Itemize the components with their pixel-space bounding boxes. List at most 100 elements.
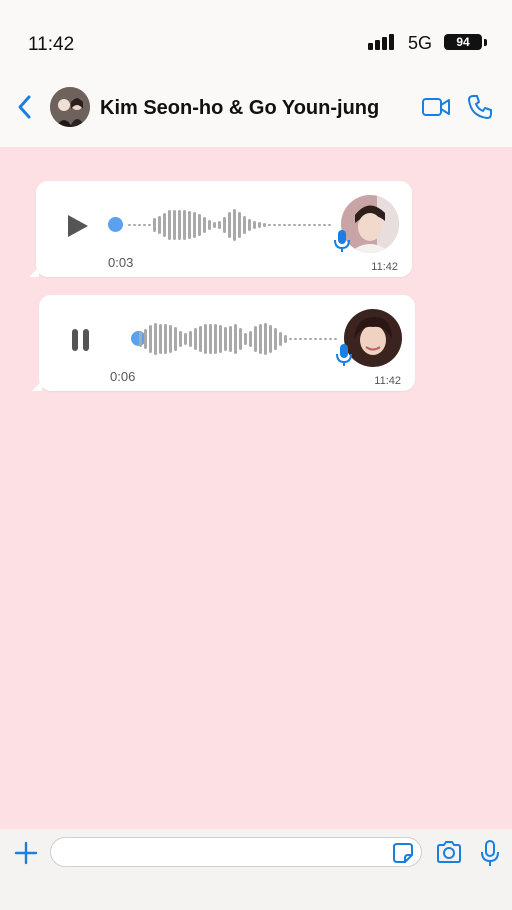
chat-title[interactable]: Kim Seon-ho & Go Youn-jung: [100, 97, 379, 120]
voice-message-bubble[interactable]: 0:06 11:42: [32, 295, 415, 391]
waveform-bar: [279, 332, 282, 346]
group-avatar[interactable]: [50, 87, 90, 127]
play-icon[interactable]: [66, 213, 90, 239]
waveform-bar: [244, 333, 247, 345]
timestamp: 11:42: [371, 261, 398, 273]
waveform-bar: [144, 329, 147, 349]
message-input[interactable]: [63, 842, 387, 864]
message-composer: [0, 829, 512, 910]
waveform-bar: [303, 224, 306, 226]
bubble-tail: [29, 267, 39, 277]
waveform-bar: [218, 221, 221, 229]
waveform-bar: [249, 331, 252, 347]
voice-message-bubble[interactable]: 0:03 11:42: [29, 181, 412, 277]
waveform-bar: [189, 331, 192, 347]
waveform-bar: [263, 223, 266, 227]
waveform-bar: [219, 325, 222, 353]
voice-record-icon[interactable]: [480, 839, 500, 867]
waveform-bar: [238, 212, 241, 238]
timestamp: 11:42: [374, 375, 401, 387]
waveform-bar: [194, 328, 197, 350]
waveform-bar: [128, 224, 131, 226]
waveform-bar: [324, 338, 327, 340]
battery-level: 94: [456, 35, 470, 49]
waveform-bar: [278, 224, 281, 226]
waveform-bar: [284, 335, 287, 343]
waveform-bar: [188, 211, 191, 239]
playback-position-dot[interactable]: [108, 217, 123, 232]
waveform-bar: [208, 220, 211, 230]
pause-icon[interactable]: [69, 327, 93, 353]
waveform-bar: [173, 210, 176, 240]
waveform-bar: [314, 338, 317, 340]
waveform-bar: [179, 331, 182, 347]
duration: 0:06: [110, 369, 136, 384]
waveform-bar: [149, 325, 152, 353]
waveform-bar: [163, 213, 166, 237]
waveform-bar: [309, 338, 312, 340]
waveform-bar: [243, 216, 246, 234]
waveform-bar: [239, 328, 242, 350]
microphone-icon: [336, 344, 352, 366]
waveform-bar: [213, 222, 216, 228]
plus-icon[interactable]: [14, 841, 38, 865]
signal-icon: [368, 34, 396, 50]
waveform-bar: [233, 209, 236, 241]
battery-icon: 94: [444, 34, 482, 50]
video-call-icon[interactable]: [421, 96, 451, 118]
sticker-icon[interactable]: [393, 843, 413, 863]
waveform-bar: [138, 224, 141, 226]
duration: 0:03: [108, 255, 134, 270]
waveform-bar: [204, 324, 207, 354]
waveform-bar: [178, 210, 181, 240]
waveform-bar: [193, 212, 196, 238]
waveform-bar: [229, 326, 232, 352]
waveform[interactable]: [139, 319, 337, 359]
waveform-bar: [304, 338, 307, 340]
camera-icon[interactable]: [436, 841, 462, 863]
waveform-bar: [318, 224, 321, 226]
waveform-bar: [209, 324, 212, 354]
waveform-bar: [328, 224, 331, 226]
waveform-bar: [259, 324, 262, 354]
chat-header: Kim Seon-ho & Go Youn-jung: [0, 80, 512, 147]
waveform-bar: [158, 216, 161, 234]
waveform-bar: [254, 326, 257, 352]
waveform-bar: [184, 333, 187, 345]
waveform-bar: [164, 324, 167, 354]
waveform-bar: [139, 331, 142, 347]
waveform-bar: [253, 221, 256, 229]
waveform-bar: [214, 324, 217, 354]
waveform[interactable]: [128, 205, 331, 245]
phone-icon[interactable]: [467, 94, 493, 120]
waveform-bar: [308, 224, 311, 226]
waveform-bar: [248, 219, 251, 231]
waveform-bar: [299, 338, 302, 340]
waveform-bar: [289, 338, 292, 340]
waveform-bar: [174, 327, 177, 351]
waveform-bar: [153, 218, 156, 232]
back-chevron-icon[interactable]: [14, 94, 36, 120]
waveform-bar: [273, 224, 276, 226]
waveform-bar: [323, 224, 326, 226]
waveform-bar: [258, 222, 261, 228]
waveform-bar: [183, 210, 186, 240]
status-time: 11:42: [28, 34, 75, 55]
waveform-bar: [154, 323, 157, 355]
waveform-bar: [224, 327, 227, 351]
waveform-bar: [298, 224, 301, 226]
waveform-bar: [133, 224, 136, 226]
waveform-bar: [294, 338, 297, 340]
waveform-bar: [293, 224, 296, 226]
waveform-bar: [148, 224, 151, 226]
waveform-bar: [143, 224, 146, 226]
waveform-bar: [313, 224, 316, 226]
battery-nub: [484, 39, 487, 46]
waveform-bar: [288, 224, 291, 226]
message-field[interactable]: [50, 837, 422, 867]
waveform-bar: [228, 212, 231, 238]
waveform-bar: [169, 325, 172, 353]
waveform-bar: [269, 325, 272, 353]
waveform-bar: [203, 217, 206, 233]
network-type: 5G: [408, 33, 433, 53]
